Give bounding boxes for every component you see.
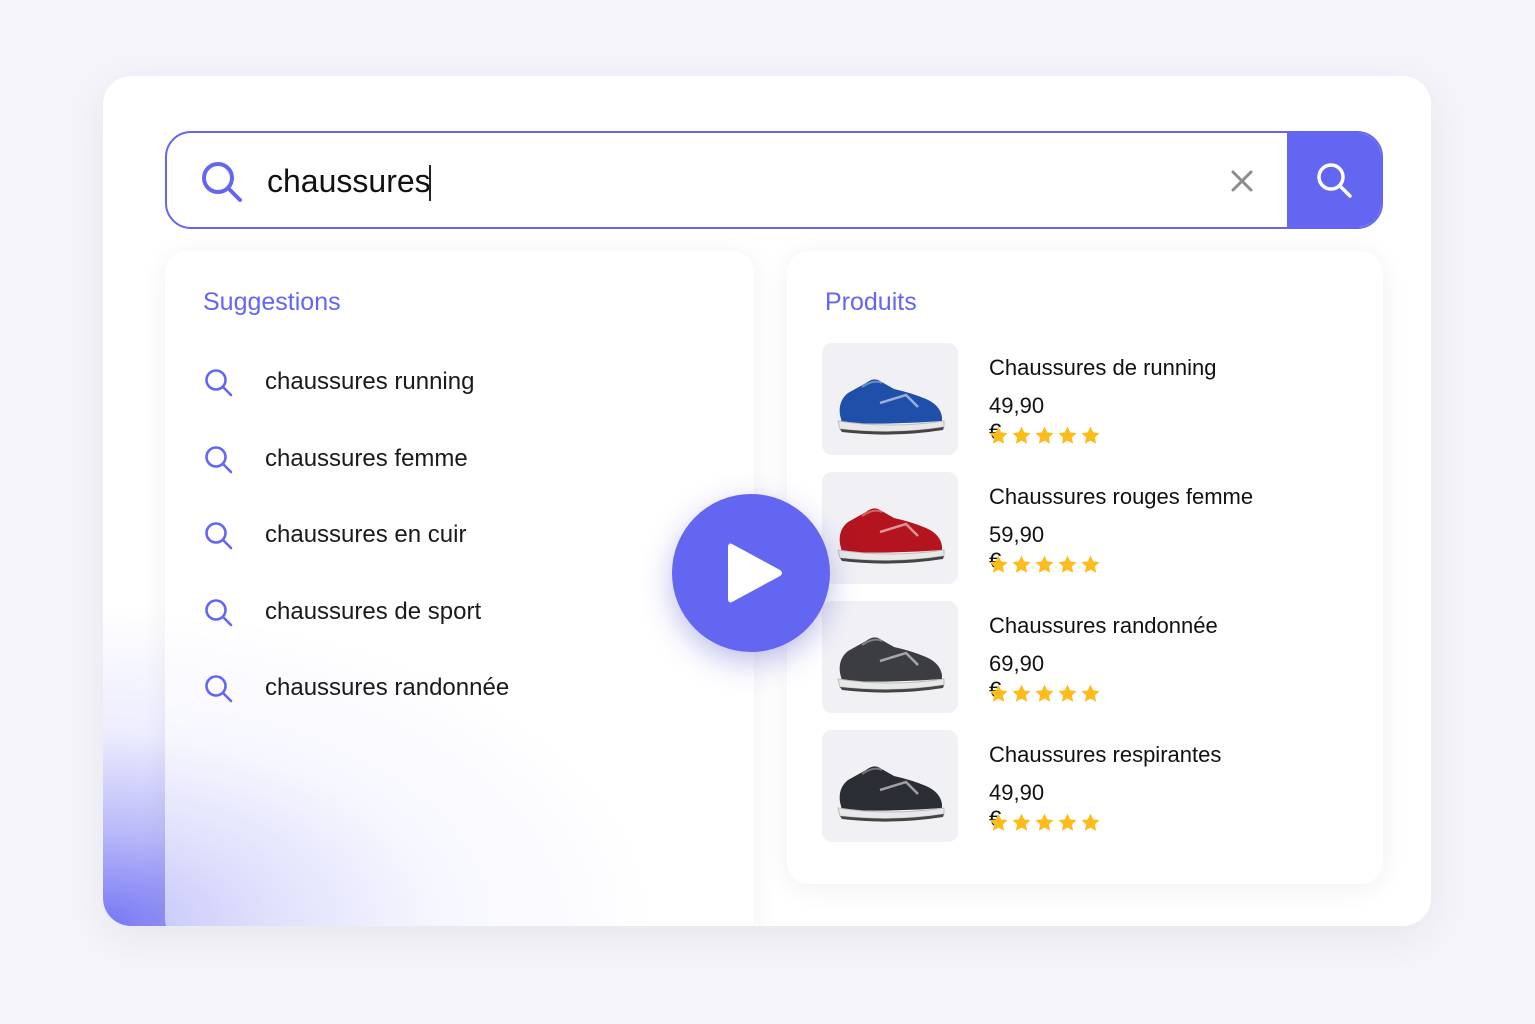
star-icon — [1012, 555, 1031, 573]
suggestion-label: chaussures running — [265, 368, 475, 395]
star-icon — [1081, 813, 1100, 831]
star-icon — [1012, 813, 1031, 831]
star-icon — [1035, 684, 1054, 702]
product-rating — [988, 554, 1101, 575]
suggestion-item[interactable]: chaussures randonnée — [203, 667, 509, 744]
shoe-thumbnail-image — [837, 379, 945, 435]
suggestions-panel: Suggestions chaussures running chaussures… — [165, 251, 754, 926]
product-name: Chaussures rouges femme — [989, 484, 1254, 509]
star-icon — [989, 426, 1008, 444]
suggestion-item[interactable]: chaussures running — [203, 361, 509, 438]
suggestion-label: chaussures en cuir — [265, 521, 467, 548]
product-name: Chaussures de running — [989, 355, 1217, 380]
suggestion-item[interactable]: chaussures de sport — [203, 591, 509, 668]
search-icon — [205, 369, 233, 397]
star-icon — [1081, 684, 1100, 702]
text-caret — [429, 165, 431, 201]
product-name: Chaussures respirantes — [989, 742, 1222, 767]
product-rating — [988, 425, 1101, 446]
star-icon — [1012, 426, 1031, 444]
product-thumbnail[interactable] — [822, 601, 958, 713]
search-icon — [205, 445, 233, 473]
product-name: Chaussures randonnée — [989, 613, 1218, 638]
products-title: Produits — [825, 288, 917, 316]
star-icon — [989, 813, 1008, 831]
products-panel: Produits Chaussures de running 49,90 € Cha… — [787, 251, 1383, 884]
star-icon — [989, 555, 1008, 573]
search-icon — [1317, 162, 1352, 198]
star-icon — [1012, 684, 1031, 702]
search-icon — [205, 675, 233, 703]
star-icon — [1058, 555, 1077, 573]
search-icon — [202, 162, 242, 202]
search-submit-button[interactable] — [1287, 133, 1381, 227]
close-icon[interactable] — [1227, 166, 1257, 196]
product-thumbnail[interactable] — [822, 343, 958, 455]
star-icon — [1058, 684, 1077, 702]
suggestions-list: chaussures running chaussures femme chauss… — [203, 361, 509, 744]
suggestion-label: chaussures de sport — [265, 597, 482, 625]
star-icon — [1035, 426, 1054, 444]
shoe-thumbnail-image — [837, 637, 945, 693]
shoe-thumbnail-image — [837, 766, 945, 822]
suggestion-label: chaussures randonnée — [265, 674, 510, 701]
suggestions-title: Suggestions — [203, 288, 341, 316]
suggestion-item[interactable]: chaussures femme — [203, 438, 509, 515]
star-icon — [1035, 813, 1054, 831]
suggestion-label: chaussures femme — [265, 444, 468, 472]
search-input[interactable] — [267, 153, 967, 209]
star-icon — [1081, 426, 1100, 444]
star-icon — [1081, 555, 1100, 573]
search-icon — [205, 598, 233, 626]
product-thumbnail[interactable] — [822, 730, 958, 842]
product-thumbnail[interactable] — [822, 472, 958, 584]
play-icon — [728, 543, 782, 603]
search-bar[interactable] — [165, 131, 1383, 229]
star-icon — [1035, 555, 1054, 573]
shoe-thumbnail-image — [837, 508, 945, 564]
star-icon — [989, 684, 1008, 702]
product-rating — [988, 812, 1101, 833]
search-icon — [205, 522, 233, 550]
play-button[interactable] — [672, 494, 830, 652]
suggestion-item[interactable]: chaussures en cuir — [203, 514, 509, 591]
product-rating — [988, 683, 1101, 704]
star-icon — [1058, 426, 1077, 444]
star-icon — [1058, 813, 1077, 831]
